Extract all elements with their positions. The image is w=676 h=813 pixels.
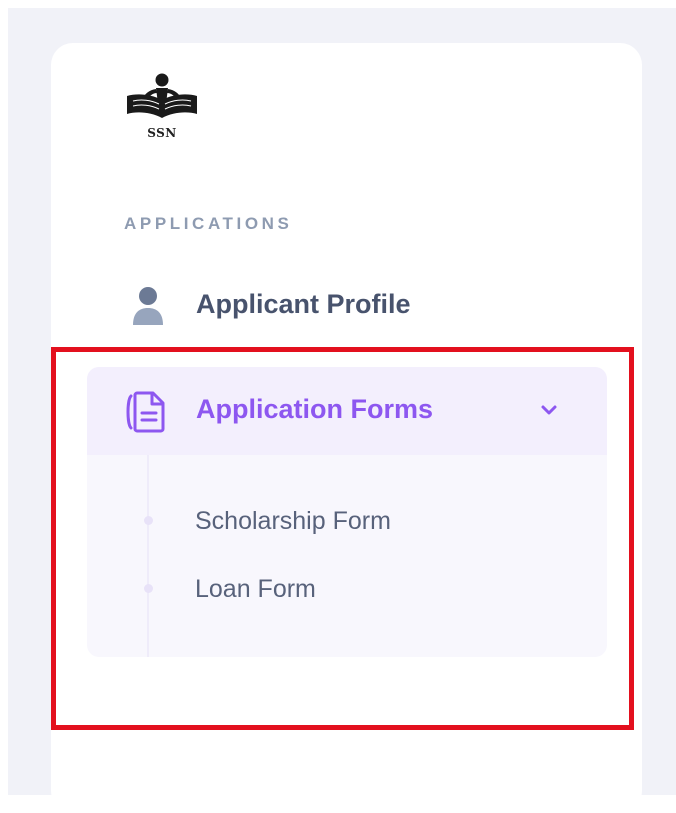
logo-text: SSN bbox=[147, 126, 177, 140]
brand-logo[interactable]: SSN bbox=[125, 70, 199, 146]
user-icon bbox=[130, 285, 166, 327]
reader-book-logo-icon bbox=[127, 73, 197, 118]
section-heading-applications: APPLICATIONS bbox=[124, 214, 293, 233]
nav-item-label: Applicant Profile bbox=[196, 289, 411, 319]
highlight-annotation-box bbox=[51, 347, 634, 730]
nav-item-applicant-profile[interactable]: Applicant Profile bbox=[124, 283, 564, 331]
